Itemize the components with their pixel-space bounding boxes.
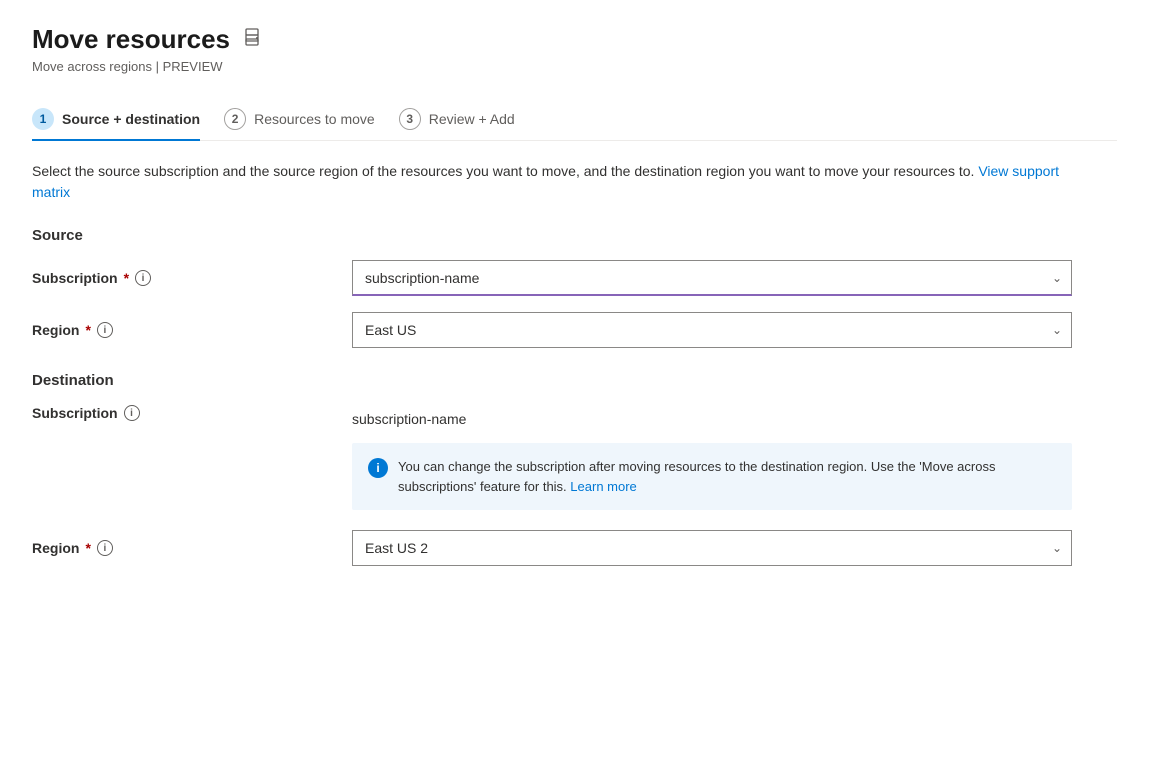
steps-nav: 1 Source + destination 2 Resources to mo… [32, 98, 1117, 141]
page-header: Move resources Move across regions | PRE… [32, 24, 1117, 74]
description-text: Select the source subscription and the s… [32, 161, 1082, 203]
step-3-review-add[interactable]: 3 Review + Add [399, 98, 539, 140]
source-region-info-icon[interactable]: i [97, 322, 113, 338]
learn-more-link[interactable]: Learn more [570, 479, 636, 494]
step-2-label: Resources to move [254, 111, 375, 127]
source-subscription-control: subscription-name ⌄ [352, 260, 1072, 296]
destination-region-control: East US East US 2 West US West US 2 ⌄ [352, 530, 1072, 566]
destination-subscription-value: subscription-name [352, 405, 1072, 433]
print-icon[interactable] [242, 27, 262, 52]
subscription-info-box: i You can change the subscription after … [352, 443, 1072, 510]
info-box-icon: i [368, 458, 388, 478]
info-box-text: You can change the subscription after mo… [398, 457, 1056, 496]
source-subscription-info-icon[interactable]: i [135, 270, 151, 286]
source-section-title: Source [32, 227, 1117, 244]
source-section: Source Subscription * i subscription-nam… [32, 227, 1117, 348]
step-3-label: Review + Add [429, 111, 515, 127]
destination-region-row: Region * i East US East US 2 West US Wes… [32, 530, 1117, 566]
destination-region-required: * [85, 540, 90, 556]
source-region-row: Region * i East US East US 2 West US Wes… [32, 312, 1117, 348]
source-subscription-row: Subscription * i subscription-name ⌄ [32, 260, 1117, 296]
destination-subscription-info-icon[interactable]: i [124, 405, 140, 421]
step-1-circle: 1 [32, 108, 54, 130]
step-2-resources-to-move[interactable]: 2 Resources to move [224, 98, 399, 140]
source-subscription-required: * [124, 270, 129, 286]
source-region-required: * [85, 322, 90, 338]
page-title: Move resources [32, 24, 230, 55]
step-1-source-destination[interactable]: 1 Source + destination [32, 98, 224, 140]
destination-region-label: Region * i [32, 540, 352, 556]
step-3-circle: 3 [399, 108, 421, 130]
source-region-select-wrapper: East US East US 2 West US West US 2 ⌄ [352, 312, 1072, 348]
source-region-control: East US East US 2 West US West US 2 ⌄ [352, 312, 1072, 348]
source-region-select[interactable]: East US East US 2 West US West US 2 [352, 312, 1072, 348]
source-subscription-label: Subscription * i [32, 270, 352, 286]
destination-region-info-icon[interactable]: i [97, 540, 113, 556]
step-2-circle: 2 [224, 108, 246, 130]
page-subtitle: Move across regions | PREVIEW [32, 59, 1117, 74]
source-subscription-select[interactable]: subscription-name [352, 260, 1072, 296]
destination-subscription-label: Subscription i [32, 405, 352, 421]
step-1-label: Source + destination [62, 111, 200, 127]
destination-section-title: Destination [32, 372, 1117, 389]
destination-subscription-row: Subscription i subscription-name i You c… [32, 405, 1117, 526]
source-subscription-select-wrapper: subscription-name ⌄ [352, 260, 1072, 296]
destination-section: Destination Subscription i subscription-… [32, 372, 1117, 566]
destination-region-select-wrapper: East US East US 2 West US West US 2 ⌄ [352, 530, 1072, 566]
destination-subscription-value-wrapper: subscription-name i You can change the s… [352, 405, 1072, 526]
source-region-label: Region * i [32, 322, 352, 338]
destination-region-select[interactable]: East US East US 2 West US West US 2 [352, 530, 1072, 566]
